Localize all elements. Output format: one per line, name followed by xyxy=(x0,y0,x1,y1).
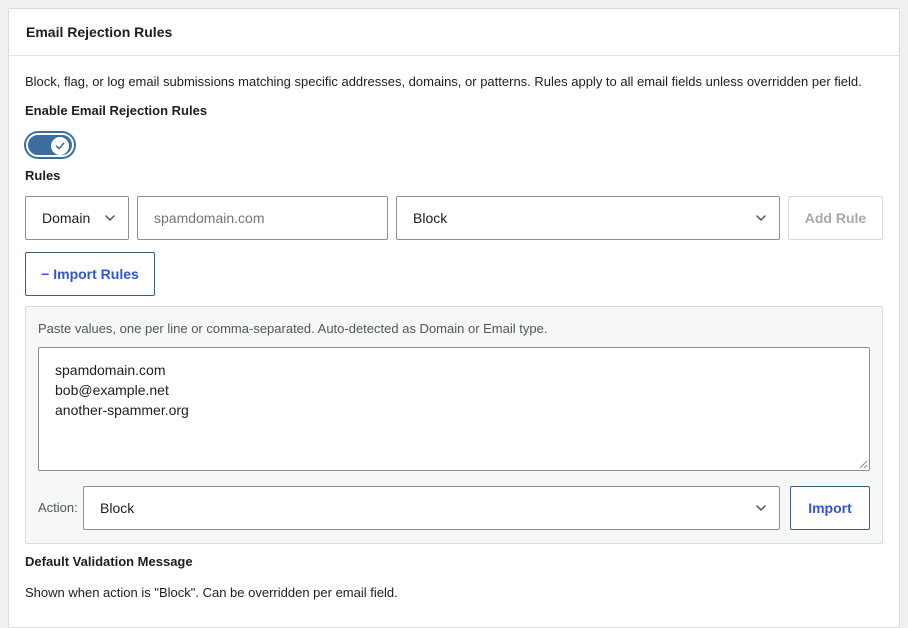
import-button[interactable]: Import xyxy=(790,486,870,530)
enable-label: Enable Email Rejection Rules xyxy=(25,103,208,118)
chevron-down-icon xyxy=(105,215,115,221)
import-line: spamdomain.com xyxy=(55,362,166,378)
import-action-value: Block xyxy=(100,500,135,516)
import-action-select[interactable]: Block xyxy=(83,486,780,530)
import-rules-box: Paste values, one per line or comma-sepa… xyxy=(25,306,883,544)
import-action-label: Action: xyxy=(38,500,78,515)
import-textarea[interactable]: spamdomain.com bob@example.net another-s… xyxy=(38,347,870,471)
rules-label: Rules xyxy=(25,168,61,183)
import-rules-toggle-button[interactable]: − Import Rules xyxy=(25,252,155,296)
check-icon xyxy=(55,142,65,150)
chevron-down-icon xyxy=(756,215,766,221)
rule-value-input[interactable]: spamdomain.com xyxy=(137,196,388,240)
rule-action-value: Block xyxy=(413,210,448,226)
panel-description: Block, flag, or log email submissions ma… xyxy=(25,74,862,89)
chevron-down-icon xyxy=(756,505,766,511)
validation-note: Shown when action is "Block". Can be ove… xyxy=(25,585,398,600)
resize-handle-icon[interactable] xyxy=(859,460,868,469)
email-rejection-panel: Email Rejection Rules Block, flag, or lo… xyxy=(8,8,900,628)
import-line: another-spammer.org xyxy=(55,402,189,418)
panel-header: Email Rejection Rules xyxy=(9,9,899,56)
add-rule-button[interactable]: Add Rule xyxy=(788,196,883,240)
import-line: bob@example.net xyxy=(55,382,169,398)
toggle-knob xyxy=(51,137,69,155)
rule-type-value: Domain xyxy=(42,210,91,226)
rule-type-select[interactable]: Domain xyxy=(25,196,129,240)
panel-title: Email Rejection Rules xyxy=(26,24,173,40)
validation-message-label: Default Validation Message xyxy=(25,554,193,569)
import-hint: Paste values, one per line or comma-sepa… xyxy=(38,321,548,336)
rule-value-placeholder: spamdomain.com xyxy=(154,210,265,226)
rule-action-select[interactable]: Block xyxy=(396,196,780,240)
enable-toggle[interactable] xyxy=(26,133,74,157)
